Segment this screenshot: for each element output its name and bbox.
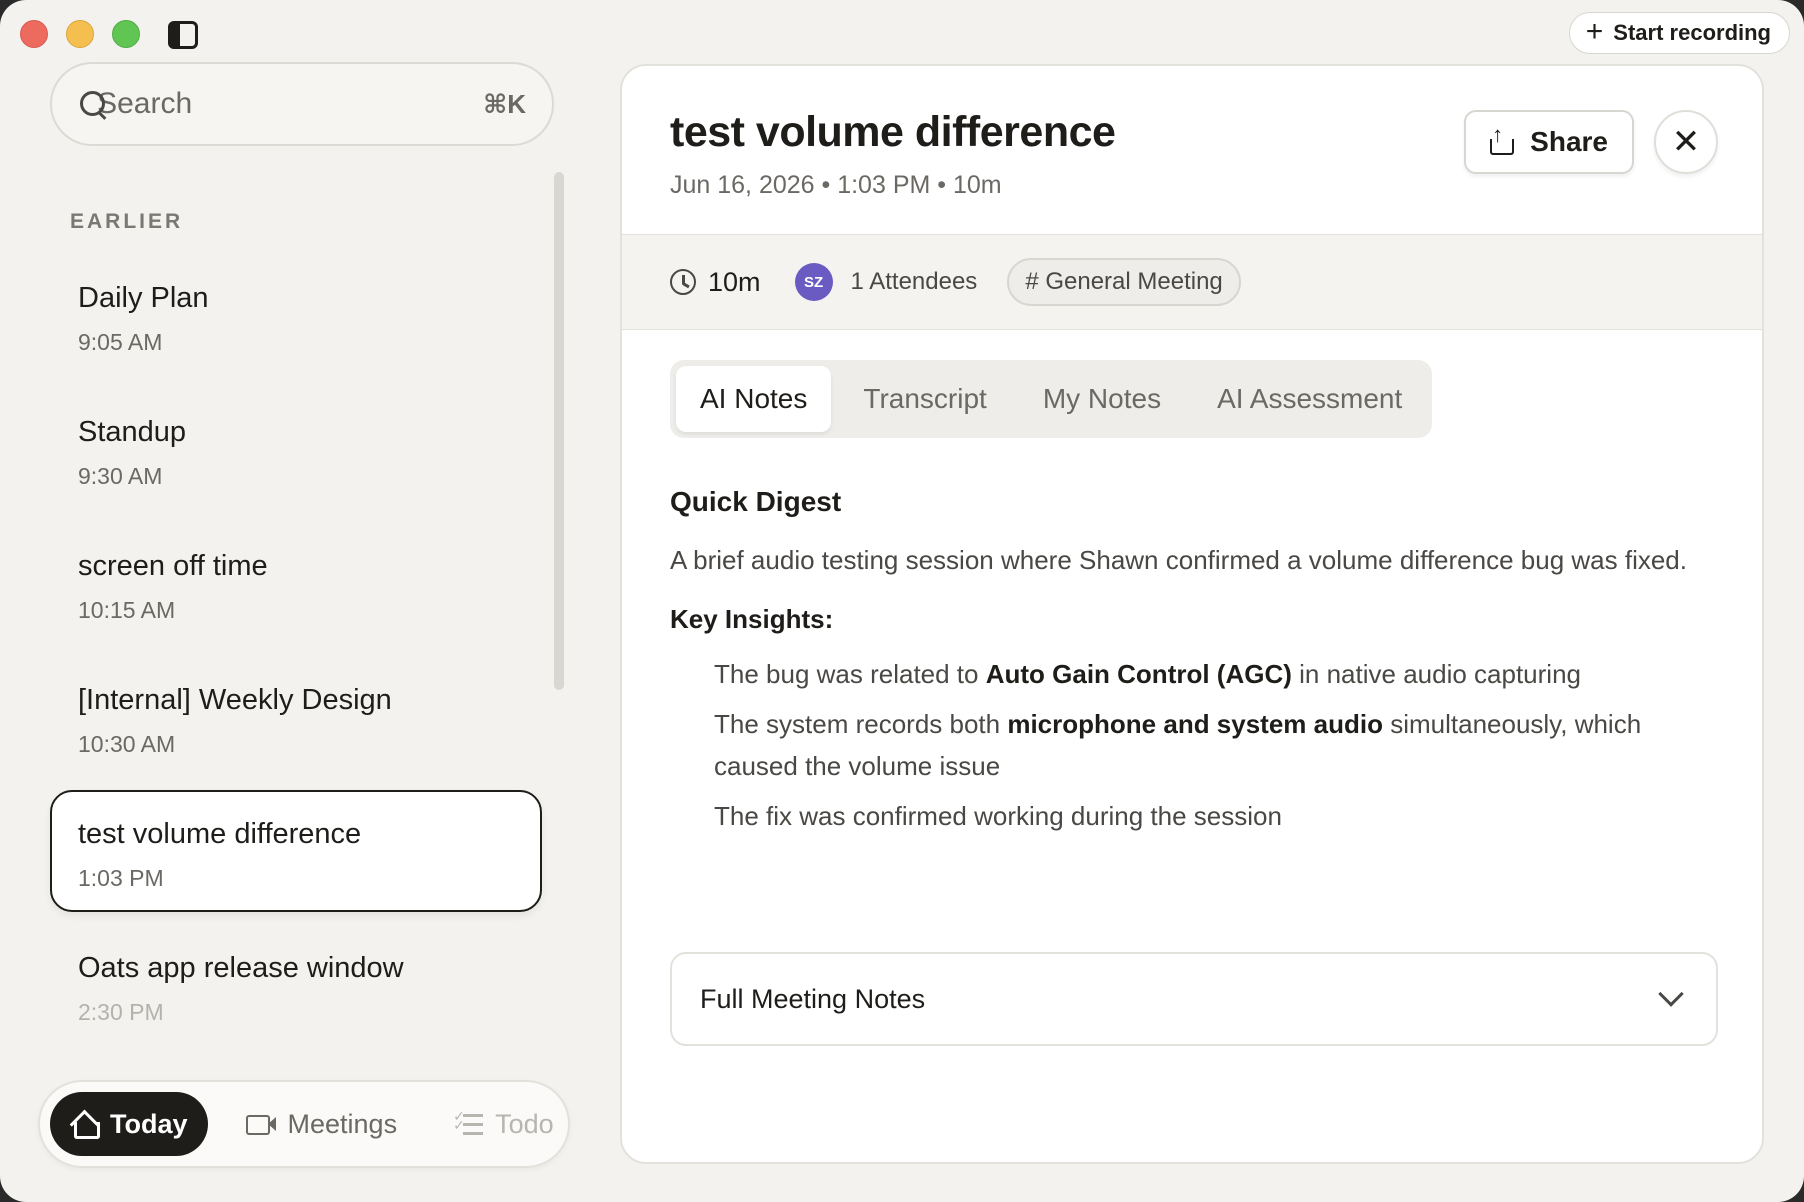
meeting-item-title: Daily Plan (78, 282, 209, 314)
nav-todo-label: Todo (495, 1108, 554, 1139)
close-icon: ✕ (1671, 123, 1701, 161)
video-camera-icon (245, 1114, 276, 1135)
meeting-list-item[interactable]: Oats app release window 2:30 PM (50, 924, 542, 1058)
start-recording-label: Start recording (1613, 20, 1771, 45)
tab-ai-assessment[interactable]: AI Assessment (1193, 366, 1426, 432)
meeting-detail-panel: test volume difference Jun 16, 2026 • 1:… (620, 64, 1764, 1164)
search-input[interactable] (97, 87, 484, 121)
nav-today-button[interactable]: Today (50, 1092, 208, 1156)
attendee-avatar[interactable]: SZ (794, 263, 833, 301)
meeting-list-item[interactable]: Standup 9:30 AM (50, 388, 542, 522)
insight-item: The fix was confirmed working during the… (714, 801, 1282, 831)
meeting-item-time: 10:15 AM (78, 597, 176, 623)
meeting-item-title: Oats app release window (78, 952, 404, 984)
plus-icon: + (1585, 14, 1604, 48)
share-icon (1490, 122, 1516, 156)
close-panel-button[interactable]: ✕ (1654, 110, 1718, 174)
notes-tabs: AI Notes Transcript My Notes AI Assessme… (670, 360, 1433, 438)
meeting-item-time: 10:30 AM (78, 731, 176, 757)
meeting-item-title: test volume difference (78, 818, 362, 850)
nav-today-label: Today (110, 1108, 188, 1139)
meeting-item-title: screen off time (78, 550, 268, 582)
close-window-button[interactable] (20, 20, 48, 48)
insights-heading: Key Insights: (670, 604, 834, 634)
meeting-list: Daily Plan 9:05 AM Standup 9:30 AM scree… (50, 254, 542, 1058)
meeting-item-title: Standup (78, 416, 187, 448)
digest-heading: Quick Digest (670, 486, 842, 517)
meeting-list-item[interactable]: Daily Plan 9:05 AM (50, 254, 542, 388)
meeting-item-time: 2:30 PM (78, 999, 164, 1025)
home-icon (70, 1111, 100, 1139)
insight-item: The bug was related to Auto Gain Control… (714, 659, 1581, 689)
tab-transcript[interactable]: Transcript (839, 366, 1010, 432)
sidebar-scrollbar[interactable] (554, 172, 564, 690)
meeting-item-time: 9:05 AM (78, 329, 163, 355)
tab-ai-notes[interactable]: AI Notes (676, 366, 832, 432)
app-window: + Start recording ⌘K EARLIER Daily Plan … (0, 0, 1804, 1202)
meeting-list-item[interactable]: screen off time 10:15 AM (50, 522, 542, 656)
share-button[interactable]: Share (1464, 110, 1634, 174)
zoom-window-button[interactable] (112, 20, 140, 48)
share-label: Share (1530, 126, 1608, 157)
minimize-window-button[interactable] (66, 20, 94, 48)
clock-icon (670, 269, 696, 295)
digest-text: A brief audio testing session where Shaw… (670, 545, 1687, 575)
tab-my-notes[interactable]: My Notes (1019, 366, 1185, 432)
meeting-type-tag[interactable]: # General Meeting (1007, 258, 1241, 306)
meeting-meta-bar: 10m SZ 1 Attendees # General Meeting (622, 234, 1762, 330)
full-meeting-notes-accordion[interactable]: Full Meeting Notes (670, 952, 1718, 1046)
meeting-item-title: [Internal] Weekly Design (78, 684, 392, 716)
insights-list: The bug was related to Auto Gain Control… (670, 653, 1710, 837)
full-meeting-notes-label: Full Meeting Notes (700, 983, 926, 1014)
nav-meetings-button[interactable]: Meetings (226, 1092, 418, 1156)
checklist-icon (453, 1108, 484, 1135)
search-bar[interactable]: ⌘K (50, 62, 554, 146)
nav-todo-button[interactable]: Todo (435, 1092, 574, 1156)
meeting-item-time: 1:03 PM (78, 865, 164, 891)
meeting-duration: 10m (708, 266, 761, 297)
meeting-list-item-selected[interactable]: test volume difference 1:03 PM (50, 790, 542, 912)
sidebar-toggle-icon[interactable] (168, 21, 198, 49)
window-controls (20, 20, 140, 48)
insight-item: The system records both microphone and s… (714, 709, 1642, 781)
search-icon (78, 89, 108, 119)
meeting-item-time: 9:30 AM (78, 463, 163, 489)
meeting-list-item[interactable]: [Internal] Weekly Design 10:30 AM (50, 656, 542, 790)
section-label-earlier: EARLIER (70, 210, 184, 233)
meeting-header: test volume difference Jun 16, 2026 • 1:… (622, 66, 1762, 234)
chevron-down-icon (1658, 981, 1684, 1007)
search-shortcut: ⌘K (483, 88, 526, 119)
nav-meetings-label: Meetings (287, 1108, 398, 1139)
meeting-subtitle: Jun 16, 2026 • 1:03 PM • 10m (670, 171, 1002, 199)
bottom-nav: Today Meetings Todo (38, 1080, 570, 1168)
ai-notes-content: Quick Digest A brief audio testing sessi… (670, 486, 1710, 845)
start-recording-button[interactable]: + Start recording (1568, 12, 1790, 54)
attendees-count[interactable]: 1 Attendees (851, 268, 978, 296)
